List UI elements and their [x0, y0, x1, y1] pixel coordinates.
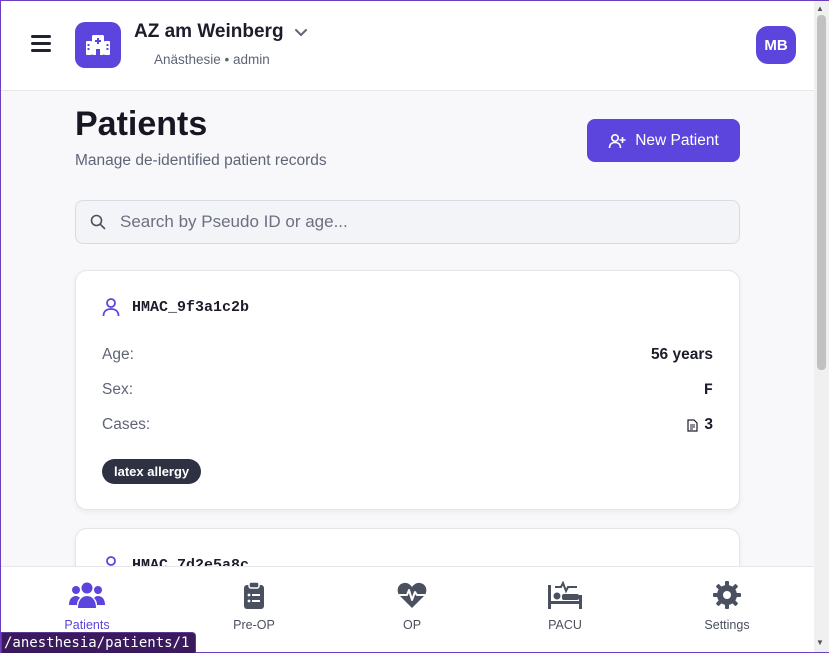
search-input[interactable] — [120, 201, 720, 243]
allergy-tag: latex allergy — [102, 459, 202, 484]
scroll-down-arrow-icon[interactable]: ▼ — [816, 638, 824, 647]
nav-item-op[interactable]: OP — [362, 567, 462, 653]
hospital-icon — [75, 22, 121, 68]
new-patient-label: New Patient — [635, 131, 719, 149]
search-icon — [90, 214, 106, 230]
new-patient-button[interactable]: New Patient — [587, 119, 740, 162]
patient-pseudo-id: HMAC_9f3a1c2b — [132, 298, 250, 316]
nav-label: OP — [402, 618, 422, 632]
hamburger-menu-icon[interactable] — [31, 35, 51, 53]
page-subtitle: Manage de-identified patient records — [75, 152, 327, 169]
document-icon — [687, 418, 698, 432]
page-title: Patients — [75, 105, 208, 143]
scroll-up-arrow-icon[interactable]: ▲ — [816, 4, 824, 13]
users-icon — [69, 582, 105, 608]
user-avatar[interactable]: MB — [756, 26, 796, 64]
age-label: Age: — [102, 346, 134, 363]
search-box — [75, 200, 740, 244]
cases-label: Cases: — [102, 416, 151, 433]
app-header: AZ am Weinberg Anästhesie • admin MB — [1, 1, 814, 91]
nav-item-pre-op[interactable]: Pre-OP — [204, 567, 304, 653]
cases-value-group: 3 — [687, 416, 713, 434]
nav-label: PACU — [548, 618, 582, 632]
user-plus-icon — [608, 133, 626, 148]
user-icon — [102, 298, 120, 317]
patient-card[interactable]: HMAC_9f3a1c2b Age: 56 years Sex: F Cases… — [75, 270, 740, 510]
clipboard-icon — [244, 581, 264, 609]
department-role: Anästhesie • admin — [154, 52, 270, 67]
organization-name: AZ am Weinberg — [134, 21, 284, 42]
chevron-down-icon — [294, 28, 307, 36]
heartbeat-icon — [397, 582, 427, 608]
sex-value: F — [703, 381, 713, 399]
nav-item-settings[interactable]: Settings — [677, 567, 777, 653]
age-value: 56 years — [650, 346, 713, 363]
organization-selector[interactable]: AZ am Weinberg — [134, 21, 308, 43]
bed-icon — [548, 581, 582, 609]
patient-id-row: HMAC_9f3a1c2b — [102, 297, 249, 317]
status-url-tooltip: /anesthesia/patients/1 — [1, 632, 197, 653]
cases-value: 3 — [704, 416, 713, 433]
nav-label: Settings — [704, 618, 750, 632]
nav-label: Patients — [64, 618, 110, 632]
nav-label: Pre-OP — [233, 618, 275, 632]
scrollbar-thumb[interactable] — [817, 15, 826, 370]
sex-label: Sex: — [102, 381, 134, 398]
gear-icon — [713, 581, 741, 609]
nav-item-pacu[interactable]: PACU — [515, 567, 615, 653]
